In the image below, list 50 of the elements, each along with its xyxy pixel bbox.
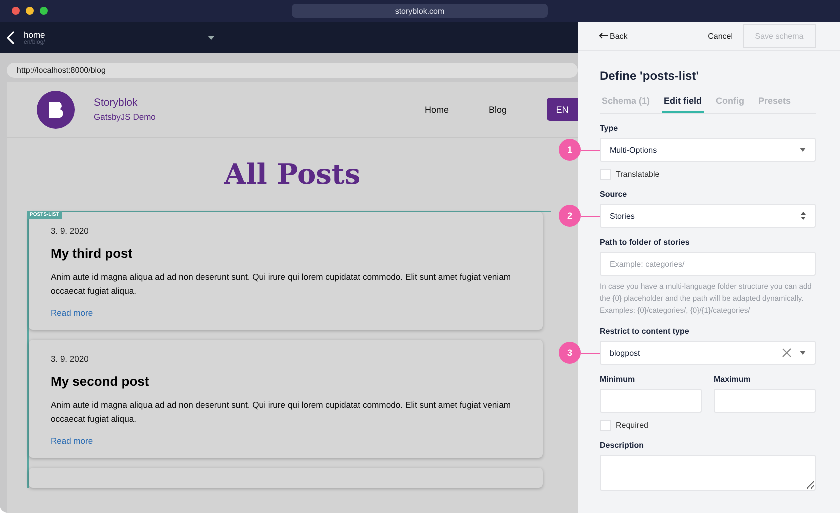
zoom-window-icon[interactable] <box>40 7 48 15</box>
back-link[interactable]: Back <box>610 32 628 40</box>
caret-icon[interactable] <box>208 36 215 40</box>
input-field[interactable] <box>600 389 702 413</box>
input-field[interactable]: Example: categories/ <box>600 252 816 276</box>
post-date: 3. 9. 2020 <box>51 354 90 364</box>
logo-icon <box>36 90 76 130</box>
minimize-window-icon[interactable] <box>26 7 34 15</box>
select-field[interactable]: Stories <box>600 204 816 228</box>
tab[interactable]: Edit field <box>662 93 704 113</box>
clear-icon[interactable] <box>782 348 792 358</box>
caret-icon <box>800 351 806 355</box>
post-date: 3. 9. 2020 <box>51 226 90 236</box>
field-label: Source <box>600 190 628 199</box>
read-more-link[interactable]: Read more <box>51 436 521 446</box>
description-field[interactable] <box>600 455 816 491</box>
left-arrow-icon[interactable] <box>599 33 608 39</box>
page-heading: All Posts <box>223 158 362 191</box>
cancel-button[interactable]: Cancel <box>708 32 733 40</box>
post-excerpt: Anim aute id magna aliqua ad ad non deserunt sunt. Qui irure qui lorem cupidatat commodo. Elit sunt amet fugiat veniam occaecat fugiat aliqua. <box>51 271 512 298</box>
post-title: My third post <box>51 246 134 261</box>
checkbox[interactable] <box>600 420 611 431</box>
brand-name: Storyblok <box>94 97 139 109</box>
up-down-icon <box>801 212 806 220</box>
field-label: Restrict to content type <box>600 327 690 336</box>
field-label: Description <box>600 441 646 450</box>
brand-subtitle: GatsbyJS Demo <box>94 112 156 122</box>
checkbox[interactable] <box>600 169 611 180</box>
caret-icon <box>800 148 806 152</box>
address-bar[interactable]: storyblok.com <box>292 4 548 18</box>
select-field[interactable]: blogpost <box>600 341 816 365</box>
nav-link[interactable]: Home <box>424 104 449 114</box>
back-icon[interactable] <box>7 30 15 44</box>
checkbox-label: Translatable <box>616 170 660 179</box>
url-field[interactable]: http://localhost:8000/blog <box>7 63 578 78</box>
field-label: Minimum <box>600 375 636 384</box>
nav-link[interactable]: Blog <box>488 104 507 114</box>
select-field[interactable]: Multi-Options <box>600 138 816 162</box>
close-window-icon[interactable] <box>12 7 20 15</box>
post-title: My second post <box>51 374 150 389</box>
post-excerpt: Anim aute id magna aliqua ad ad non deserunt sunt. Qui irure qui lorem cupidatat commodo. Elit sunt amet fugiat veniam occaecat fugiat aliqua. <box>51 399 512 426</box>
checkbox-label: Required <box>616 421 648 430</box>
story-title: home <box>24 30 46 40</box>
field-label: Type <box>600 124 620 133</box>
language-button[interactable]: EN <box>547 98 578 121</box>
field-label: Maximum <box>714 375 752 384</box>
panel-title: Define 'posts-list' <box>600 69 700 83</box>
field-label: Path to folder of stories <box>600 238 691 247</box>
read-more-link[interactable]: Read more <box>51 308 521 318</box>
input-field[interactable] <box>714 389 816 413</box>
